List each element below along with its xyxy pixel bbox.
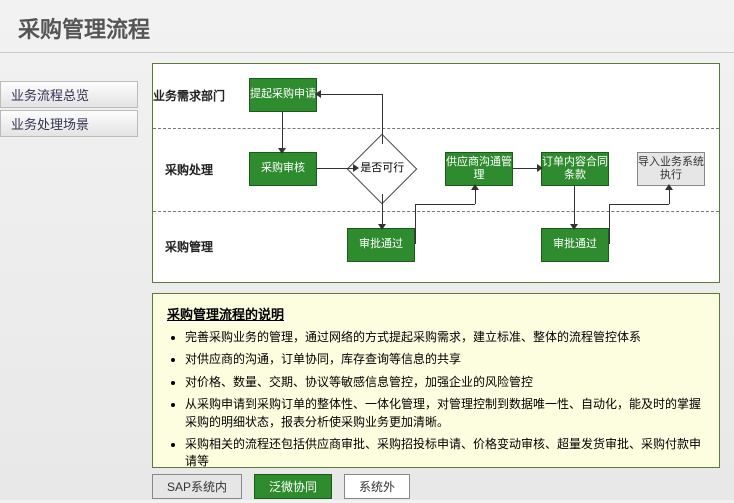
- arrowhead: [315, 90, 321, 98]
- sidebar-item-overview[interactable]: 业务流程总览: [0, 81, 138, 108]
- arrow: [609, 204, 610, 244]
- desc-item: 采购相关的流程还包括供应商审批、采购招投标申请、价格变动审核、超量发货审批、采购…: [185, 436, 705, 468]
- arrow: [317, 94, 382, 95]
- lane-demand-dept: 业务需求部门: [153, 64, 719, 128]
- sidebar: 业务流程总览 业务处理场景: [0, 53, 138, 503]
- desc-item: 对供应商的沟通，订单协同，库存查询等信息的共享: [185, 351, 705, 368]
- legend-sap: SAP系统内: [152, 474, 242, 499]
- arrowhead: [471, 184, 479, 190]
- node-approve-2: 审批通过: [541, 228, 609, 262]
- legend-weaver: 泛微协同: [254, 474, 332, 499]
- description-list: 完善采购业务的管理，通过网络的方式提起采购需求，建立标准、整体的流程管控体系 对…: [167, 329, 705, 468]
- arrowhead: [570, 224, 578, 230]
- legend-external: 系统外: [344, 474, 410, 499]
- main-layout: 业务流程总览 业务处理场景 业务需求部门 采购处理 采购管理 提起采购申请 采购…: [0, 53, 734, 503]
- node-supplier-comm: 供应商沟通管理: [445, 152, 513, 186]
- description-panel: 采购管理流程的说明 完善采购业务的管理，通过网络的方式提起采购需求，建立标准、整…: [152, 293, 720, 468]
- arrow: [415, 204, 416, 244]
- lane-label-2: 采购处理: [153, 163, 225, 177]
- node-approve-1: 审批通过: [347, 228, 415, 262]
- node-raise-request: 提起采购申请: [249, 78, 317, 112]
- arrow: [317, 168, 357, 169]
- desc-item: 从采购申请到采购订单的整体性、一体化管理，对管理控制到数据唯一性、自动化，能及时…: [185, 396, 705, 431]
- node-purchase-review: 采购审核: [249, 152, 317, 186]
- content: 业务需求部门 采购处理 采购管理 提起采购申请 采购审核 是否可行 供应商沟通管…: [138, 53, 734, 503]
- sidebar-item-scenario[interactable]: 业务处理场景: [0, 110, 138, 137]
- node-import-execute: 导入业务系统执行: [637, 152, 705, 186]
- arrow: [382, 94, 383, 144]
- page-title: 采购管理流程: [0, 0, 734, 53]
- arrowhead: [378, 224, 386, 230]
- lane-purchase-process: 采购处理: [153, 128, 719, 212]
- arrow: [574, 186, 575, 228]
- flow-diagram: 业务需求部门 采购处理 采购管理 提起采购申请 采购审核 是否可行 供应商沟通管…: [152, 63, 720, 283]
- arrow: [382, 194, 383, 228]
- desc-item: 完善采购业务的管理，通过网络的方式提起采购需求，建立标准、整体的流程管控体系: [185, 329, 705, 346]
- arrow: [282, 112, 283, 152]
- arrowhead: [537, 164, 543, 172]
- desc-item: 对价格、数量、交期、协议等敏感信息管控，加强企业的风险管控: [185, 374, 705, 391]
- arrow: [609, 204, 669, 205]
- lane-purchase-manage: 采购管理: [153, 212, 719, 282]
- legend: SAP系统内 泛微协同 系统外: [152, 468, 720, 499]
- lane-label-3: 采购管理: [153, 240, 225, 254]
- arrowhead: [278, 148, 286, 154]
- arrow: [415, 204, 475, 205]
- diamond-text: 是否可行: [360, 162, 404, 175]
- arrowhead: [353, 164, 359, 172]
- description-title: 采购管理流程的说明: [167, 304, 705, 323]
- arrowhead: [665, 184, 673, 190]
- node-order-contract: 订单内容合同条款: [541, 152, 609, 186]
- lane-label-1: 业务需求部门: [153, 89, 225, 103]
